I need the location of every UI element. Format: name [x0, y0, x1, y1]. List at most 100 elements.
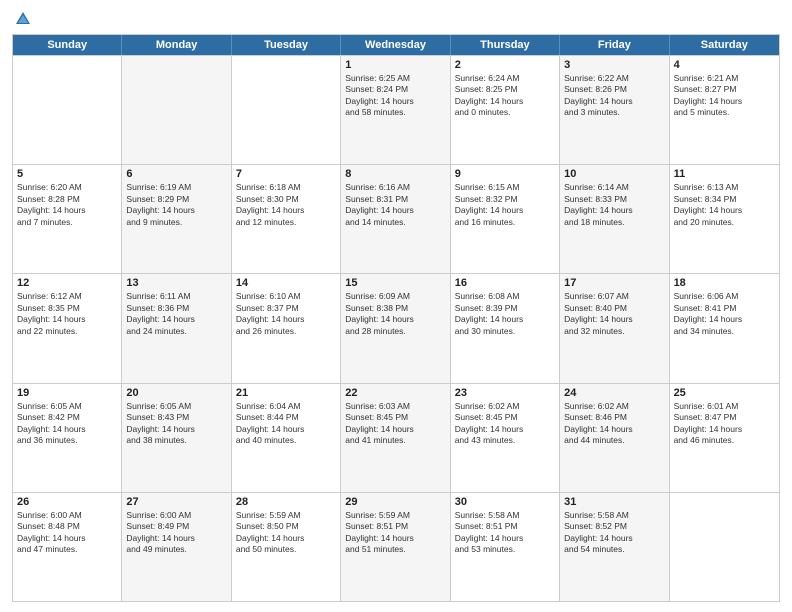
cell-text: Sunset: 8:32 PM	[455, 194, 555, 205]
day-number: 10	[564, 168, 664, 180]
day-number: 15	[345, 277, 445, 289]
calendar-cell: 10Sunrise: 6:14 AMSunset: 8:33 PMDayligh…	[560, 165, 669, 273]
calendar-cell: 6Sunrise: 6:19 AMSunset: 8:29 PMDaylight…	[122, 165, 231, 273]
day-number: 1	[345, 59, 445, 71]
cell-text: and 49 minutes.	[126, 544, 226, 555]
cell-text: Sunset: 8:46 PM	[564, 412, 664, 423]
cell-text: Daylight: 14 hours	[564, 96, 664, 107]
calendar-cell: 24Sunrise: 6:02 AMSunset: 8:46 PMDayligh…	[560, 384, 669, 492]
cell-text: and 12 minutes.	[236, 217, 336, 228]
calendar-cell: 3Sunrise: 6:22 AMSunset: 8:26 PMDaylight…	[560, 56, 669, 164]
cell-text: Sunrise: 6:20 AM	[17, 182, 117, 193]
cell-text: Sunrise: 6:15 AM	[455, 182, 555, 193]
cell-text: and 41 minutes.	[345, 435, 445, 446]
day-number: 30	[455, 496, 555, 508]
calendar-cell: 26Sunrise: 6:00 AMSunset: 8:48 PMDayligh…	[13, 493, 122, 601]
cell-text: Sunrise: 6:16 AM	[345, 182, 445, 193]
cal-header-day: Tuesday	[232, 35, 341, 55]
cell-text: Daylight: 14 hours	[345, 314, 445, 325]
cell-text: and 32 minutes.	[564, 326, 664, 337]
cell-text: and 26 minutes.	[236, 326, 336, 337]
cell-text: and 7 minutes.	[17, 217, 117, 228]
logo-icon	[14, 10, 32, 28]
day-number: 22	[345, 387, 445, 399]
cell-text: Sunrise: 6:05 AM	[126, 401, 226, 412]
day-number: 9	[455, 168, 555, 180]
day-number: 26	[17, 496, 117, 508]
cell-text: and 30 minutes.	[455, 326, 555, 337]
cell-text: Sunrise: 6:04 AM	[236, 401, 336, 412]
cell-text: Sunrise: 6:25 AM	[345, 73, 445, 84]
cell-text: Sunset: 8:36 PM	[126, 303, 226, 314]
logo	[12, 10, 32, 28]
cell-text: Daylight: 14 hours	[17, 314, 117, 325]
cell-text: Daylight: 14 hours	[17, 533, 117, 544]
cell-text: Sunrise: 6:24 AM	[455, 73, 555, 84]
cell-text: and 38 minutes.	[126, 435, 226, 446]
cell-text: Sunrise: 6:02 AM	[564, 401, 664, 412]
cell-text: Daylight: 14 hours	[564, 424, 664, 435]
cell-text: Sunrise: 6:14 AM	[564, 182, 664, 193]
cell-text: and 53 minutes.	[455, 544, 555, 555]
cell-text: Sunrise: 6:18 AM	[236, 182, 336, 193]
cell-text: Daylight: 14 hours	[126, 205, 226, 216]
calendar-week: 26Sunrise: 6:00 AMSunset: 8:48 PMDayligh…	[13, 492, 779, 601]
cell-text: Sunrise: 6:10 AM	[236, 291, 336, 302]
cell-text: Sunset: 8:45 PM	[345, 412, 445, 423]
cell-text: Sunset: 8:29 PM	[126, 194, 226, 205]
page: SundayMondayTuesdayWednesdayThursdayFrid…	[0, 0, 792, 612]
cell-text: Sunset: 8:28 PM	[17, 194, 117, 205]
calendar-cell	[122, 56, 231, 164]
cell-text: Sunset: 8:49 PM	[126, 521, 226, 532]
cell-text: Daylight: 14 hours	[345, 96, 445, 107]
cell-text: Sunset: 8:30 PM	[236, 194, 336, 205]
cell-text: and 50 minutes.	[236, 544, 336, 555]
cell-text: Sunset: 8:26 PM	[564, 84, 664, 95]
calendar-cell: 14Sunrise: 6:10 AMSunset: 8:37 PMDayligh…	[232, 274, 341, 382]
cell-text: Sunset: 8:33 PM	[564, 194, 664, 205]
cell-text: and 34 minutes.	[674, 326, 775, 337]
day-number: 20	[126, 387, 226, 399]
cell-text: and 36 minutes.	[17, 435, 117, 446]
calendar-cell: 1Sunrise: 6:25 AMSunset: 8:24 PMDaylight…	[341, 56, 450, 164]
cell-text: Daylight: 14 hours	[674, 96, 775, 107]
cell-text: Sunset: 8:45 PM	[455, 412, 555, 423]
calendar-cell: 25Sunrise: 6:01 AMSunset: 8:47 PMDayligh…	[670, 384, 779, 492]
calendar-cell	[670, 493, 779, 601]
day-number: 17	[564, 277, 664, 289]
cell-text: Daylight: 14 hours	[126, 533, 226, 544]
cal-header-day: Thursday	[451, 35, 560, 55]
day-number: 18	[674, 277, 775, 289]
cell-text: Sunrise: 6:02 AM	[455, 401, 555, 412]
calendar-cell: 17Sunrise: 6:07 AMSunset: 8:40 PMDayligh…	[560, 274, 669, 382]
calendar-cell: 20Sunrise: 6:05 AMSunset: 8:43 PMDayligh…	[122, 384, 231, 492]
cell-text: Sunset: 8:39 PM	[455, 303, 555, 314]
cell-text: Daylight: 14 hours	[455, 205, 555, 216]
day-number: 27	[126, 496, 226, 508]
calendar-cell: 30Sunrise: 5:58 AMSunset: 8:51 PMDayligh…	[451, 493, 560, 601]
day-number: 4	[674, 59, 775, 71]
calendar-cell: 8Sunrise: 6:16 AMSunset: 8:31 PMDaylight…	[341, 165, 450, 273]
cell-text: Daylight: 14 hours	[674, 205, 775, 216]
cell-text: Sunset: 8:50 PM	[236, 521, 336, 532]
cell-text: and 46 minutes.	[674, 435, 775, 446]
day-number: 31	[564, 496, 664, 508]
calendar-cell: 16Sunrise: 6:08 AMSunset: 8:39 PMDayligh…	[451, 274, 560, 382]
cell-text: Sunrise: 6:08 AM	[455, 291, 555, 302]
day-number: 16	[455, 277, 555, 289]
calendar-cell	[13, 56, 122, 164]
cell-text: Sunset: 8:41 PM	[674, 303, 775, 314]
cell-text: Daylight: 14 hours	[345, 533, 445, 544]
cell-text: Sunrise: 6:00 AM	[126, 510, 226, 521]
cell-text: and 5 minutes.	[674, 107, 775, 118]
day-number: 21	[236, 387, 336, 399]
day-number: 25	[674, 387, 775, 399]
cal-header-day: Saturday	[670, 35, 779, 55]
day-number: 6	[126, 168, 226, 180]
cell-text: Sunset: 8:35 PM	[17, 303, 117, 314]
cell-text: and 3 minutes.	[564, 107, 664, 118]
day-number: 8	[345, 168, 445, 180]
cell-text: Daylight: 14 hours	[236, 533, 336, 544]
cell-text: Sunset: 8:51 PM	[345, 521, 445, 532]
calendar-cell: 4Sunrise: 6:21 AMSunset: 8:27 PMDaylight…	[670, 56, 779, 164]
